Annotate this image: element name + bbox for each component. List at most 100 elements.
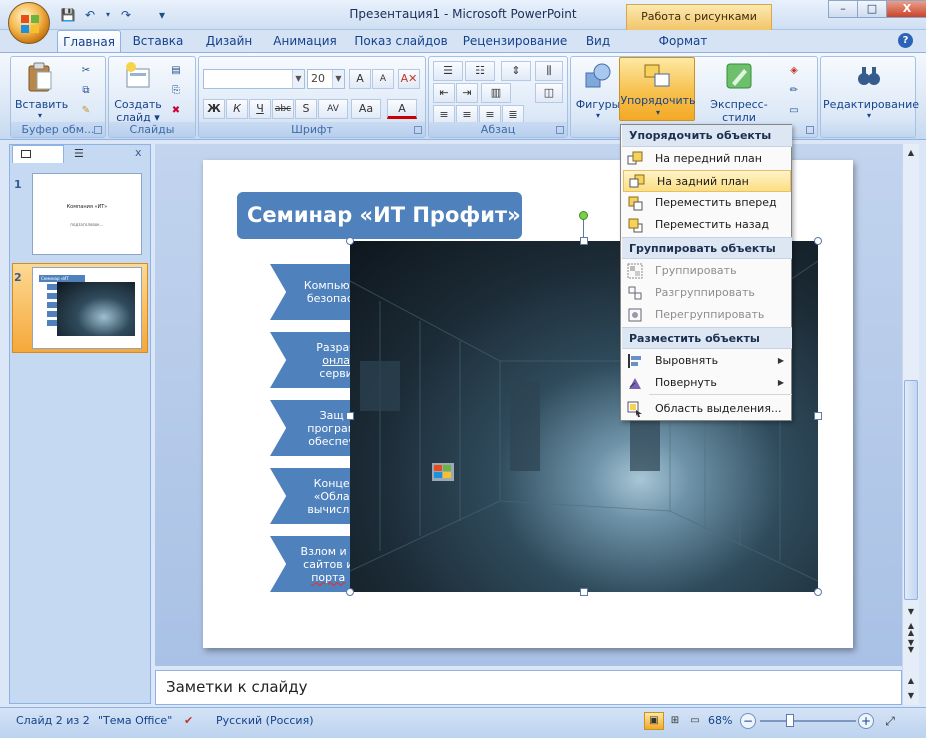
increase-indent-button[interactable]: ⇥: [456, 83, 478, 103]
cut-icon[interactable]: ✂: [77, 63, 95, 79]
resize-handle[interactable]: [346, 412, 354, 420]
arrange-button[interactable]: Упорядочить ▾: [619, 57, 696, 121]
zoom-slider-track[interactable]: [760, 720, 856, 722]
language-indicator[interactable]: Русский (Россия): [216, 714, 314, 727]
zoom-in-icon[interactable]: +: [858, 713, 874, 729]
group-item[interactable]: Группировать: [622, 260, 792, 282]
notes-pane[interactable]: Заметки к слайду: [155, 670, 902, 705]
paste-button[interactable]: Вставить ▾: [15, 61, 68, 123]
format-painter-icon[interactable]: ✎: [77, 103, 95, 119]
spellcheck-icon[interactable]: ✔: [184, 714, 193, 727]
shape-fill-icon[interactable]: ◈: [785, 63, 803, 79]
maximize-button[interactable]: □: [857, 0, 887, 18]
scroll-up-icon[interactable]: ▲: [904, 146, 918, 160]
customize-qat-icon[interactable]: ▾: [154, 7, 170, 23]
shape-outline-icon[interactable]: ✏: [785, 83, 803, 99]
shadow-button[interactable]: S: [295, 99, 317, 119]
shapes-button[interactable]: Фигуры ▾: [573, 61, 623, 123]
shrink-font-button[interactable]: A: [372, 69, 394, 89]
bold-button[interactable]: Ж: [203, 99, 225, 119]
bullets-button[interactable]: ☰: [433, 61, 463, 81]
tab-view[interactable]: Вид: [578, 30, 618, 52]
rotate-item[interactable]: Повернуть ▶: [622, 372, 792, 394]
line-spacing-button[interactable]: ⇕: [501, 61, 531, 81]
zoom-slider-thumb[interactable]: [786, 714, 794, 727]
zoom-level[interactable]: 68%: [708, 714, 732, 727]
underline-button[interactable]: Ч: [249, 99, 271, 119]
strike-button[interactable]: abc: [272, 99, 294, 119]
redo-icon[interactable]: ↷: [118, 7, 134, 23]
spacing-button[interactable]: AV: [318, 99, 348, 119]
columns-button[interactable]: ▥: [481, 83, 511, 103]
minimize-button[interactable]: –: [828, 0, 858, 18]
undo-icon[interactable]: ↶: [82, 7, 98, 23]
resize-handle[interactable]: [814, 588, 822, 596]
change-case-button[interactable]: Aa: [351, 99, 381, 119]
resize-handle[interactable]: [346, 588, 354, 596]
slide-thumbnail-1[interactable]: Компания «ИТ» подзаголовок…: [32, 173, 142, 255]
tab-design[interactable]: Дизайн: [198, 30, 260, 52]
grow-font-button[interactable]: A: [349, 69, 371, 89]
help-icon[interactable]: ?: [898, 33, 913, 48]
scroll-down-icon[interactable]: ▼: [904, 605, 918, 619]
office-button[interactable]: [8, 2, 50, 44]
tab-animation[interactable]: Анимация: [268, 30, 342, 52]
layout-icon[interactable]: ▤: [167, 63, 185, 79]
selection-pane-item[interactable]: Область выделения...: [622, 398, 792, 420]
next-slide-icon[interactable]: ▼ ▼: [904, 639, 918, 654]
chevron-down-icon[interactable]: ▼: [332, 70, 344, 88]
decrease-indent-button[interactable]: ⇤: [433, 83, 455, 103]
clipboard-launcher-icon[interactable]: [94, 126, 102, 134]
font-name-combo[interactable]: ▼: [203, 69, 305, 89]
font-launcher-icon[interactable]: [414, 126, 422, 134]
copy-icon[interactable]: ⧉: [77, 83, 95, 99]
tab-format[interactable]: Формат: [628, 30, 738, 52]
notes-scroll-down-icon[interactable]: ▼: [904, 690, 918, 702]
vertical-scrollbar[interactable]: ▲ ▼ ▲ ▲ ▼ ▼ ▲ ▼: [902, 144, 919, 705]
tab-insert[interactable]: Вставка: [127, 30, 189, 52]
send-backward-item[interactable]: Переместить назад: [622, 214, 792, 236]
slide-thumbnail-2[interactable]: Семинар «ИТ Профит»: [32, 267, 142, 349]
previous-slide-icon[interactable]: ▲ ▲: [904, 622, 918, 637]
text-direction-button[interactable]: ⫼: [535, 61, 563, 81]
tab-slideshow[interactable]: Показ слайдов: [352, 30, 450, 52]
font-color-button[interactable]: A: [387, 99, 417, 119]
slide-sorter-icon[interactable]: ⊞: [666, 712, 684, 730]
ungroup-item[interactable]: Разгруппировать: [622, 282, 792, 304]
bring-to-front-item[interactable]: На передний план: [622, 148, 792, 170]
shape-effects-icon[interactable]: ▭: [785, 103, 803, 119]
delete-slide-icon[interactable]: ✖: [167, 103, 185, 119]
undo-dropdown-icon[interactable]: ▾: [104, 7, 112, 23]
reset-icon[interactable]: ⎘: [167, 83, 185, 99]
tab-outline[interactable]: ☰: [66, 145, 116, 163]
new-slide-button[interactable]: Создать слайд ▾: [111, 61, 165, 124]
save-icon[interactable]: 💾: [60, 7, 76, 23]
resize-handle[interactable]: [814, 237, 822, 245]
slideshow-icon[interactable]: ▭: [686, 712, 704, 730]
clear-format-button[interactable]: A✕: [398, 69, 420, 89]
fit-to-window-icon[interactable]: ⤢: [882, 713, 898, 729]
zoom-out-icon[interactable]: −: [740, 713, 756, 729]
bring-forward-item[interactable]: Переместить вперед: [622, 192, 792, 214]
theme-name[interactable]: "Тема Office": [98, 714, 172, 727]
close-panel-icon[interactable]: x: [135, 146, 142, 159]
scroll-thumb[interactable]: [904, 380, 918, 600]
editing-button[interactable]: Редактирование ▾: [823, 61, 919, 123]
send-to-back-item[interactable]: На задний план: [623, 170, 791, 192]
slide-title[interactable]: Семинар «ИТ Профит»: [237, 192, 522, 239]
italic-button[interactable]: К: [226, 99, 248, 119]
tab-home[interactable]: Главная: [57, 30, 121, 52]
align-item[interactable]: Выровнять ▶: [622, 350, 792, 372]
paragraph-launcher-icon[interactable]: [556, 126, 564, 134]
smartart-button[interactable]: ◫: [535, 83, 563, 103]
quick-styles-button[interactable]: Экспресс-стили: [695, 61, 783, 124]
resize-handle[interactable]: [580, 237, 588, 245]
regroup-item[interactable]: Перегруппировать: [622, 304, 792, 326]
close-button[interactable]: X: [886, 0, 926, 18]
tab-review[interactable]: Рецензирование: [460, 30, 570, 52]
drawing-launcher-icon[interactable]: [806, 126, 814, 134]
resize-handle[interactable]: [814, 412, 822, 420]
resize-handle[interactable]: [580, 588, 588, 596]
font-size-combo[interactable]: 20 ▼: [307, 69, 345, 89]
tab-slides[interactable]: [12, 145, 64, 163]
